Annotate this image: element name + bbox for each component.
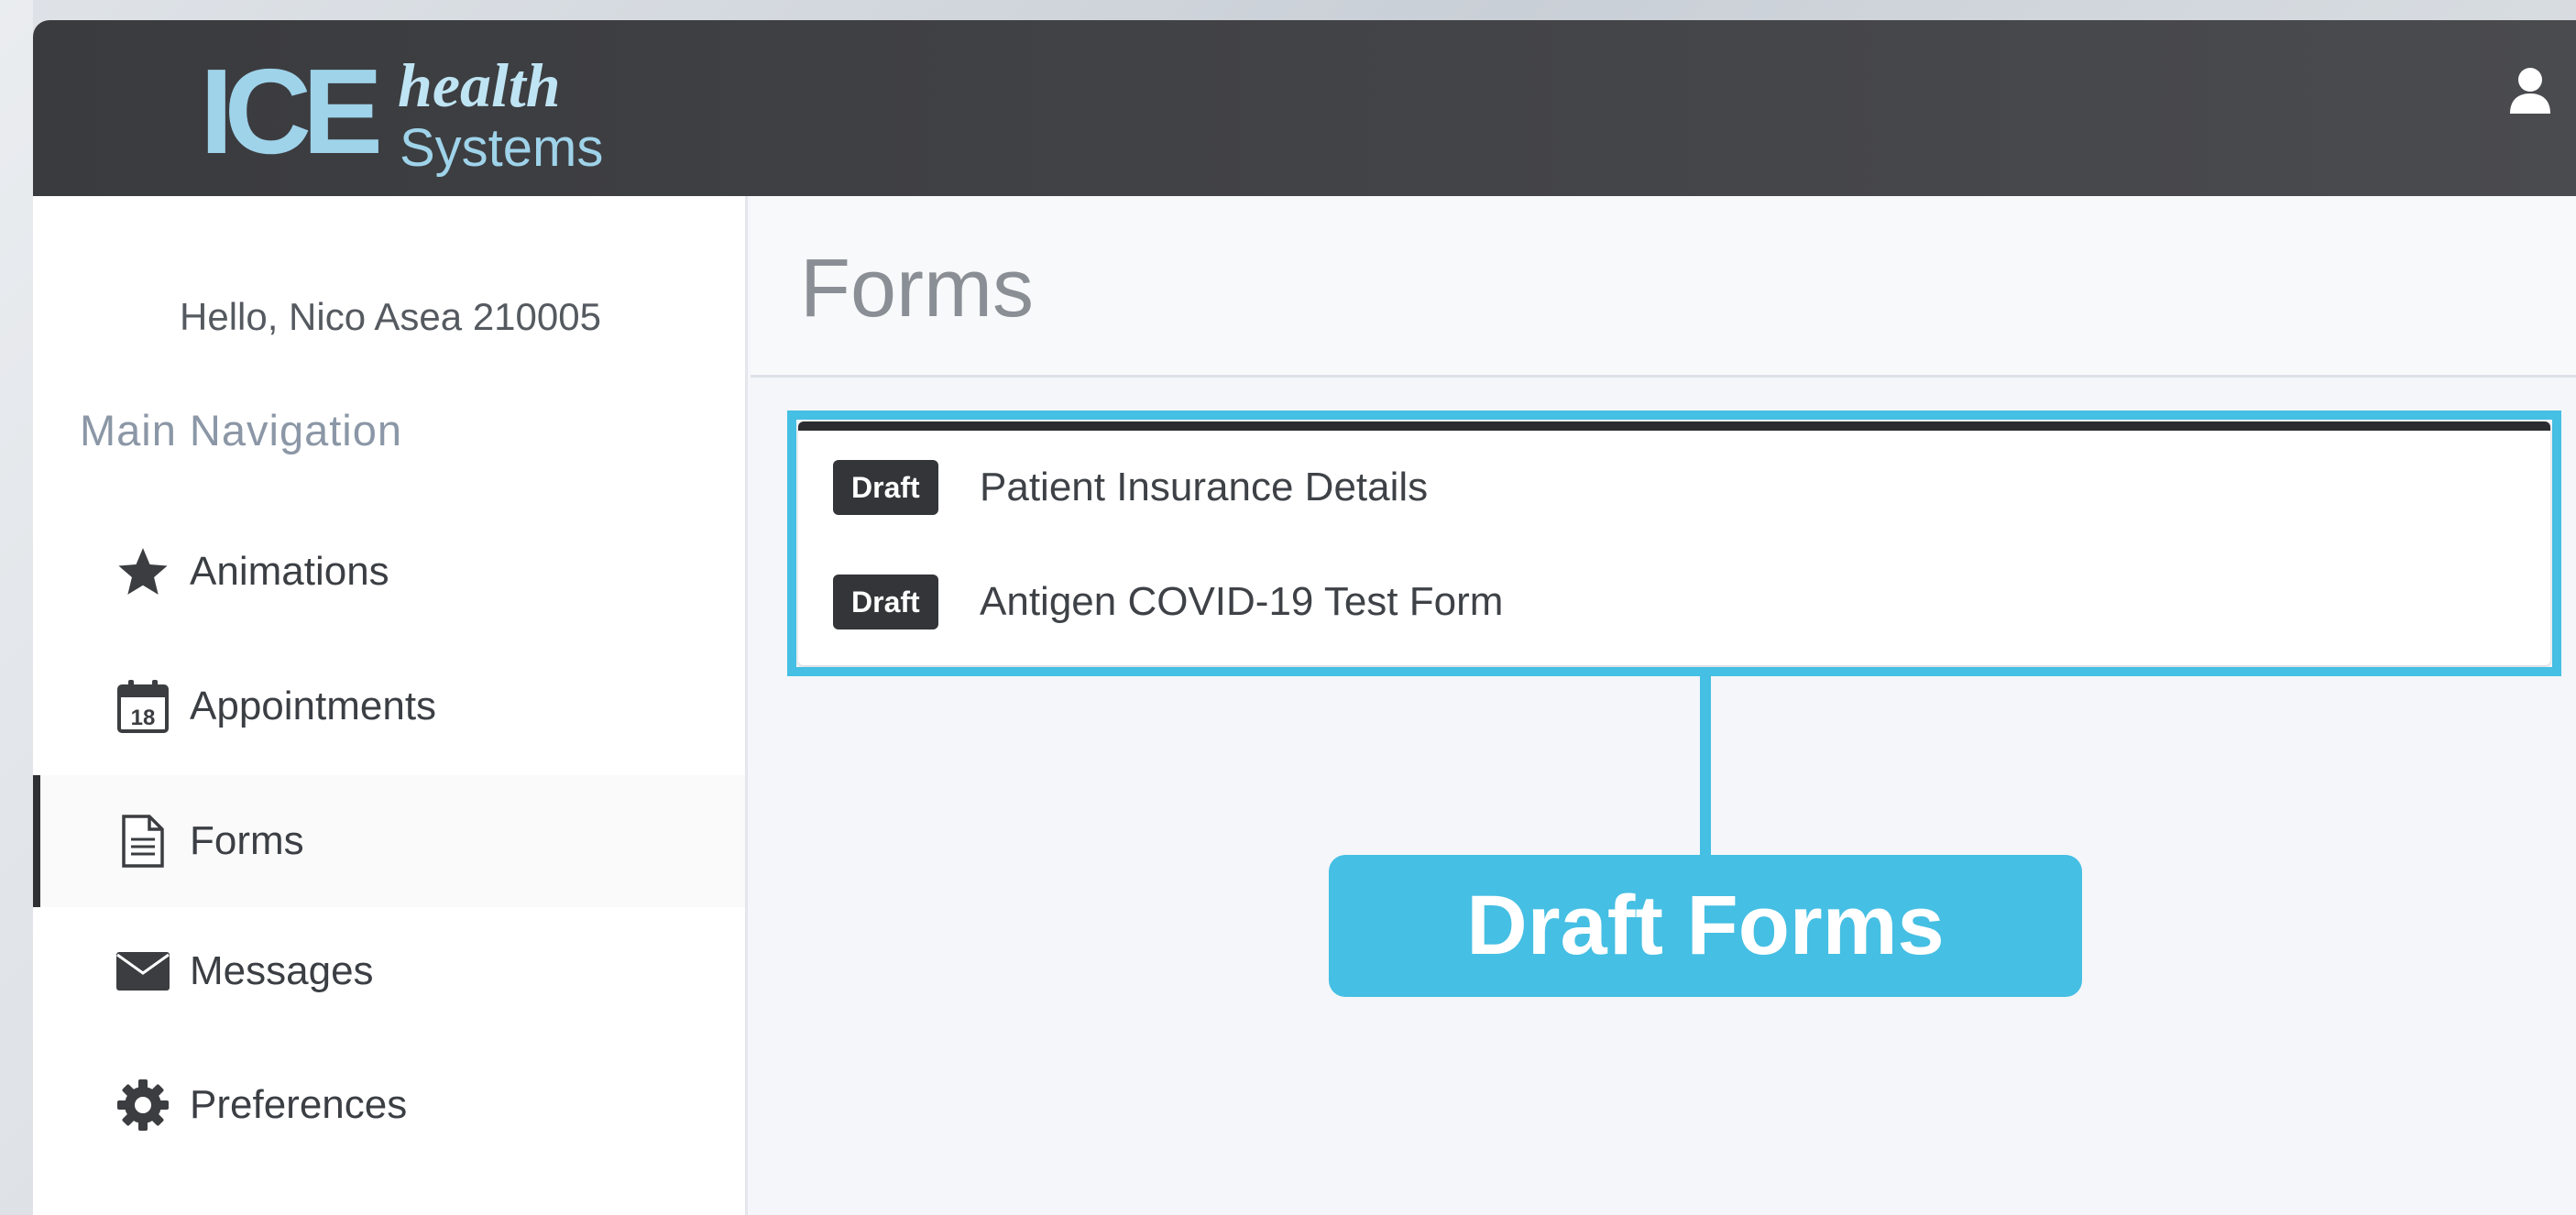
sidebar-item-messages[interactable]: Messages [33,907,745,1035]
sidebar-item-preferences[interactable]: Preferences [33,1041,745,1169]
draft-forms-callout: Draft Forms [1329,855,2082,997]
sidebar-item-label: Preferences [190,1082,408,1127]
sidebar-item-forms[interactable]: Forms [33,775,745,907]
logo-health-text: health [398,50,561,120]
document-icon [115,814,170,869]
envelope-icon [115,944,170,999]
sidebar-item-appointments[interactable]: 18 Appointments [33,642,745,771]
sidebar-item-animations[interactable]: Animations [33,508,745,636]
ice-health-systems-logo[interactable]: ICE health Systems [200,44,603,179]
calendar-icon: 18 [115,679,170,734]
sidebar-item-label: Messages [190,948,374,993]
page-header: Forms [751,196,2576,378]
sidebar-item-label: Animations [190,549,389,594]
top-bar: ICE health Systems [33,20,2576,196]
sidebar-item-label: Forms [190,818,304,863]
callout-connector-line [1700,676,1711,855]
draft-forms-highlight-box [787,410,2561,676]
sidebar: Hello, Nico Asea 210005 Main Navigation … [33,196,748,1215]
user-greeting: Hello, Nico Asea 210005 [180,295,601,338]
app-window: ICE health Systems Hello, Nico Asea 2100… [33,20,2576,1215]
calendar-day: 18 [131,706,156,730]
gear-icon [115,1078,170,1133]
page-title: Forms [800,243,1034,334]
main-navigation-heading: Main Navigation [80,406,403,454]
logo-systems-text: Systems [400,118,604,178]
sidebar-item-label: Appointments [190,684,437,728]
main-content: Forms Draft Patient Insurance Details Dr… [751,196,2576,1215]
logo-ice-text: ICE [200,44,383,179]
star-icon [115,544,170,599]
user-account-icon[interactable] [2508,66,2552,115]
